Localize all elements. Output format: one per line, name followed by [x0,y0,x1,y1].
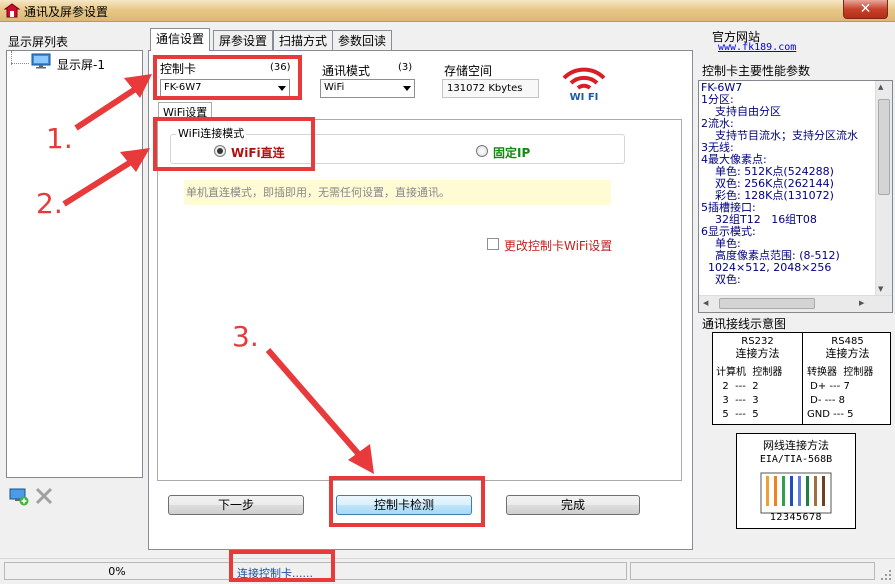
tab-screen-params[interactable]: 屏参设置 [213,30,274,50]
screen-list-label: 显示屏列表 [8,35,69,49]
rs-wiring-table: RS232 连接方法 计算机 控制器 2 --- 2 3 --- 3 5 ---… [712,332,891,425]
official-site-link[interactable]: www.fk189.com [718,42,796,53]
rs232-rows: 计算机 控制器 2 --- 2 3 --- 3 5 --- 5 [716,367,783,420]
chevron-down-icon [403,86,411,91]
wifi-mode-legend: WiFi连接模式 [176,125,247,141]
mode-count: (3) [398,62,413,73]
network-wiring-box: 网线连接方法 EIA/TIA-568B 12345678 [736,433,856,529]
tree-item-screen-1[interactable]: 显示屏-1 [57,56,105,73]
card-params-title: 控制卡主要性能参数 [702,64,811,78]
scroll-thumb[interactable] [719,298,815,309]
radio-fixed-ip-label[interactable]: 固定IP [493,144,530,161]
scroll-up-icon[interactable]: ▲ [878,83,883,91]
storage-label: 存储空间 [444,64,493,78]
wifi-hint: 单机直连模式，即插即用，无需任何设置，直接通讯。 [184,180,611,205]
card-params-box: FK-6W7 1分区: 支持自由分区 2流水: 支持节目流水；支持分区流水 3无… [698,80,893,313]
rs232-sub: 连接方法 [735,347,780,360]
wifi-icon: WI FI [562,67,606,102]
radio-fixed-ip[interactable] [476,145,488,157]
title-bar: 通讯及屏参设置 ✕ [0,0,895,22]
storage-value: 131072 Kbytes [442,79,539,98]
card-params-text: FK-6W7 1分区: 支持自由分区 2流水: 支持节目流水；支持分区流水 3无… [701,81,858,286]
net-pins: 12345678 [769,512,823,523]
rs485-rows: 转换器 控制器 D+ --- 7 D- --- 8 GND --- 5 [807,367,874,420]
scroll-down-icon[interactable]: ▼ [878,285,883,293]
resize-grip-icon[interactable] [878,567,892,581]
screen-tree[interactable]: 显示屏-1 [6,50,143,478]
tab-comm-settings[interactable]: 通信设置 [150,28,211,51]
mode-select[interactable]: WiFi [320,79,415,98]
close-button[interactable]: ✕ [843,0,888,19]
net-title: 网线连接方法 [763,439,829,452]
tab-scan-mode[interactable]: 扫描方式 [273,30,334,50]
params-horizontal-scrollbar[interactable]: ◀ ▶ [699,295,892,312]
mode-select-value: WiFi [324,82,345,93]
annotation-number-3: 3. [232,320,259,353]
progress-status: 0% [4,562,230,580]
scroll-left-icon[interactable]: ◀ [703,299,708,307]
scroll-thumb[interactable] [878,99,890,195]
annotation-number-2: 2. [36,187,63,220]
next-button[interactable]: 下一步 [168,495,304,515]
net-sub: EIA/TIA-568B [759,454,833,465]
params-vertical-scrollbar[interactable]: ▲ ▼ [875,81,892,295]
tree-line [11,63,29,64]
window-title: 通讯及屏参设置 [24,5,109,19]
change-wifi-checkbox[interactable] [487,238,499,250]
annotation-number-1: 1. [46,122,73,155]
status-cell-empty [630,562,875,580]
annotation-box-detect [329,476,485,527]
delete-screen-icon[interactable] [33,486,55,506]
status-bar: 0% 连接控制卡...... [0,558,895,584]
monitor-icon [31,53,51,69]
annotation-box-card [153,55,302,100]
wifi-logo-text: WI FI [570,92,599,102]
add-screen-icon[interactable] [8,486,30,506]
tab-param-readback[interactable]: 参数回读 [332,30,393,50]
app-icon [4,3,20,18]
mode-label: 通讯模式 [322,64,371,78]
wifi-settings-group [157,119,682,481]
annotation-box-status [229,550,335,582]
scroll-right-icon[interactable]: ▶ [859,299,864,307]
finish-button[interactable]: 完成 [506,495,640,515]
rs485-sub: 连接方法 [825,347,870,360]
wiring-title: 通讯接线示意图 [702,317,787,331]
change-wifi-label[interactable]: 更改控制卡WiFi设置 [504,237,612,254]
